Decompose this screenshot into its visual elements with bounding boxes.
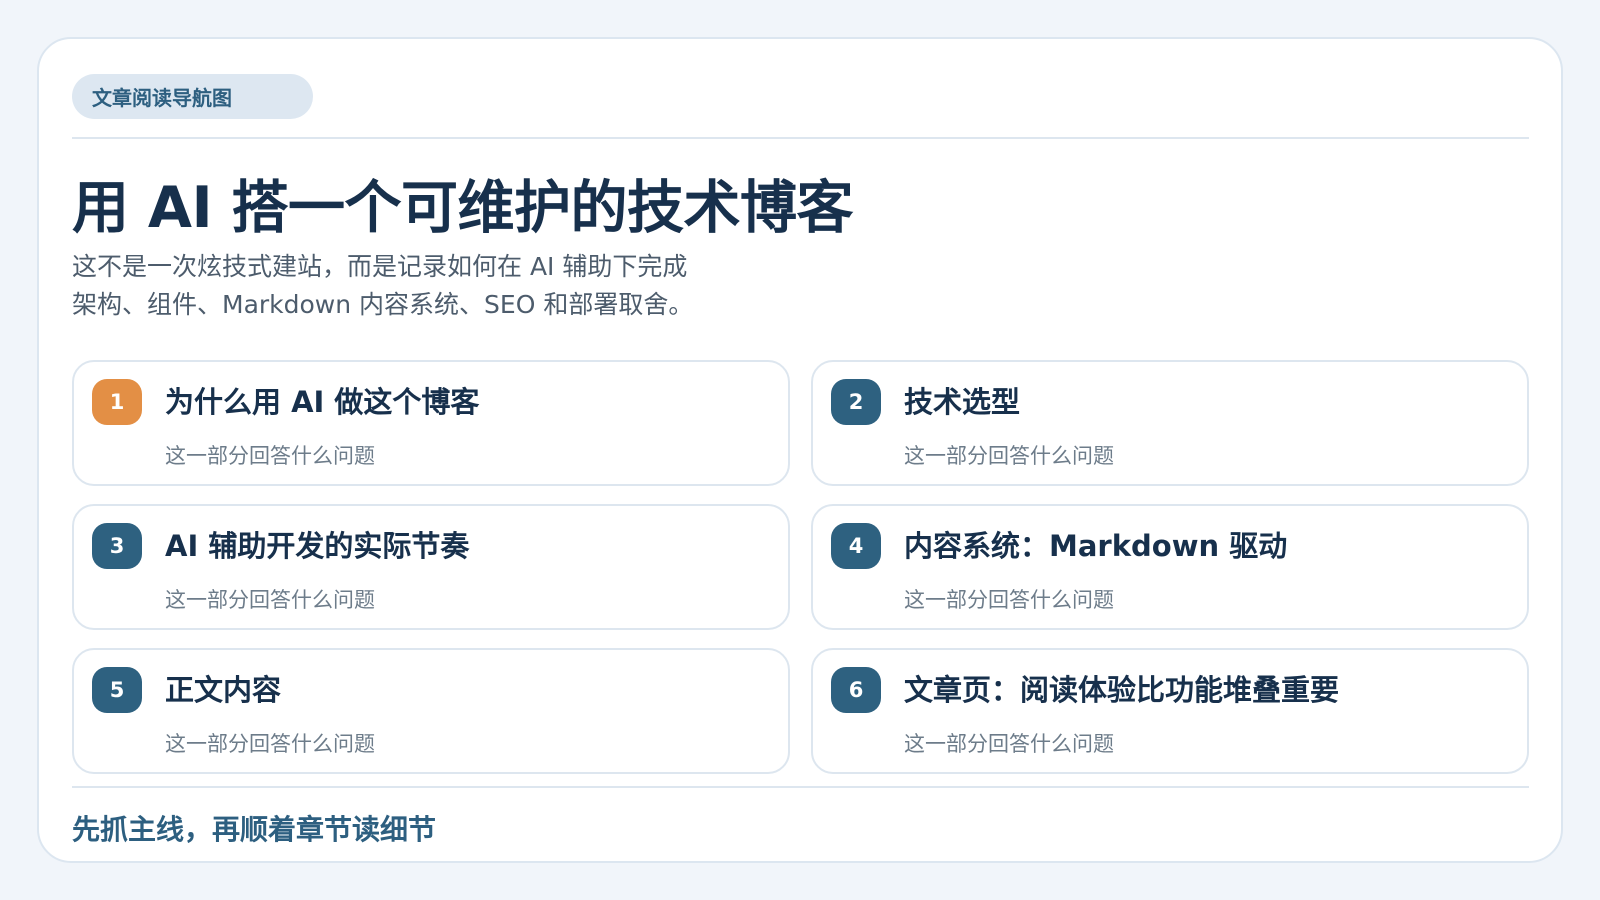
- nav-tag: 文章阅读导航图: [72, 74, 313, 119]
- bottom-divider: [72, 786, 1529, 788]
- section-description: 这一部分回答什么问题: [165, 732, 375, 756]
- section-number-badge: 5: [92, 667, 142, 713]
- section-number-badge: 2: [831, 379, 881, 425]
- section-description: 这一部分回答什么问题: [904, 588, 1114, 612]
- section-card-3[interactable]: 3 AI 辅助开发的实际节奏 这一部分回答什么问题: [72, 504, 790, 630]
- section-title: 文章页：阅读体验比功能堆叠重要: [904, 673, 1340, 707]
- section-description: 这一部分回答什么问题: [904, 444, 1114, 468]
- intro-text: 这不是一次炫技式建站，而是记录如何在 AI 辅助下完成架构、组件、Markdow…: [72, 252, 694, 319]
- top-divider: [72, 137, 1529, 139]
- section-number-badge: 6: [831, 667, 881, 713]
- section-title: 技术选型: [904, 385, 1021, 419]
- section-card-2[interactable]: 2 技术选型 这一部分回答什么问题: [811, 360, 1529, 486]
- section-description: 这一部分回答什么问题: [165, 588, 375, 612]
- section-card-5[interactable]: 5 正文内容 这一部分回答什么问题: [72, 648, 790, 774]
- section-number-badge: 1: [92, 379, 142, 425]
- section-description: 这一部分回答什么问题: [904, 732, 1114, 756]
- section-number-badge: 4: [831, 523, 881, 569]
- section-title: 为什么用 AI 做这个博客: [165, 385, 480, 419]
- section-card-6[interactable]: 6 文章页：阅读体验比功能堆叠重要 这一部分回答什么问题: [811, 648, 1529, 774]
- section-card-4[interactable]: 4 内容系统：Markdown 驱动 这一部分回答什么问题: [811, 504, 1529, 630]
- section-card-1[interactable]: 1 为什么用 AI 做这个博客 这一部分回答什么问题: [72, 360, 790, 486]
- section-title: 正文内容: [165, 673, 282, 707]
- section-number-badge: 3: [92, 523, 142, 569]
- section-title: 内容系统：Markdown 驱动: [904, 529, 1288, 563]
- section-title: AI 辅助开发的实际节奏: [165, 529, 470, 563]
- section-grid: 1 为什么用 AI 做这个博客 这一部分回答什么问题 2 技术选型 这一部分回答…: [72, 360, 1529, 775]
- footer-tagline: 先抓主线，再顺着章节读细节: [72, 813, 437, 846]
- page-title: 用 AI 搭一个可维护的技术博客: [72, 175, 854, 241]
- section-description: 这一部分回答什么问题: [165, 444, 375, 468]
